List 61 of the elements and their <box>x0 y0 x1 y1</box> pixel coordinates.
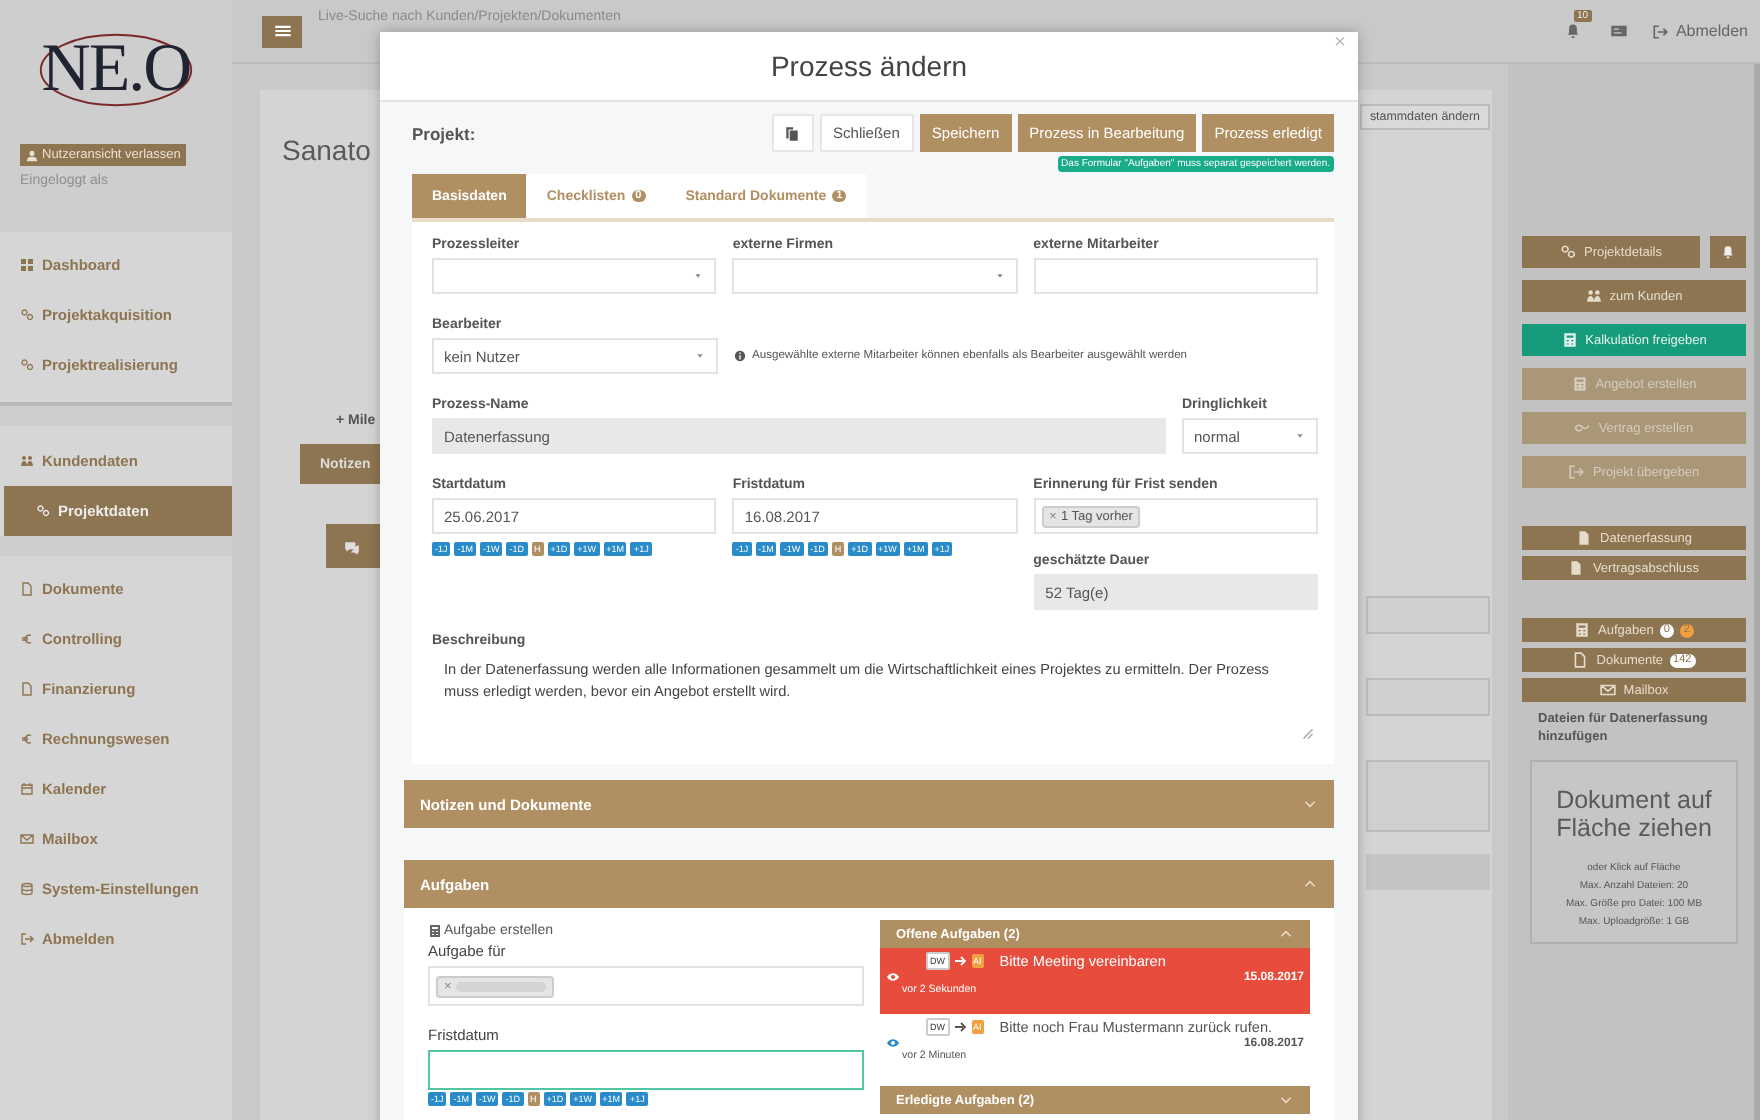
dropzone-title: Dokument auf Fläche ziehen <box>1554 785 1714 844</box>
modal-title: Prozess ändern <box>770 50 968 82</box>
chevron-down-icon <box>1278 1092 1294 1108</box>
chevron-up-icon <box>1278 926 1294 942</box>
envelope-icon <box>1599 682 1616 698</box>
logout-icon <box>20 932 34 946</box>
chevron-up-icon <box>1302 876 1318 892</box>
bell-button[interactable] <box>1710 236 1746 268</box>
arrow-icon <box>953 1020 967 1034</box>
eye-icon[interactable] <box>886 1036 900 1050</box>
caret-icon <box>694 350 706 362</box>
gears-icon <box>1559 244 1576 260</box>
document-icon <box>20 582 34 596</box>
euro-icon <box>20 632 34 646</box>
info-icon <box>734 350 746 362</box>
users-icon <box>20 454 34 468</box>
copy-button[interactable] <box>771 114 814 152</box>
calculator-icon <box>1574 622 1591 638</box>
close-button[interactable]: × <box>1334 32 1346 54</box>
logo: NE.O <box>37 30 195 111</box>
calculator-icon <box>1561 332 1578 348</box>
calculator-icon <box>1571 376 1588 392</box>
select-field[interactable] <box>432 258 717 294</box>
menu-button[interactable] <box>262 15 302 47</box>
gears-icon <box>36 504 50 518</box>
input-field[interactable] <box>1033 258 1318 294</box>
logout-icon <box>1651 23 1668 39</box>
date-field[interactable] <box>428 1050 864 1090</box>
calendar-icon <box>20 782 34 796</box>
resize-grip-icon <box>1302 728 1314 740</box>
project-label: Projekt: <box>412 123 476 143</box>
caret-icon <box>692 270 705 282</box>
logout-icon <box>1568 464 1585 480</box>
input-field[interactable] <box>1366 678 1490 716</box>
arrow-icon <box>953 954 967 968</box>
document-icon <box>1572 652 1589 668</box>
envelope-icon <box>20 832 34 846</box>
bell-icon[interactable] <box>1563 22 1582 40</box>
users-icon <box>1585 288 1602 304</box>
menu-icon <box>273 22 291 40</box>
user-icon <box>26 149 38 161</box>
calculator-icon <box>428 924 442 938</box>
gears-icon <box>20 308 34 322</box>
handshake-icon <box>1574 420 1591 436</box>
gears-icon <box>20 358 34 372</box>
eye-icon[interactable] <box>886 970 900 984</box>
select-field[interactable] <box>1366 596 1490 634</box>
page-title: Sanato <box>282 134 371 166</box>
select-field[interactable] <box>732 258 1018 294</box>
copy-icon <box>784 125 801 141</box>
chevron-down-icon <box>1302 796 1318 812</box>
document-icon <box>20 682 34 696</box>
bell-icon <box>1720 244 1736 260</box>
euro-icon <box>20 732 34 746</box>
database-icon <box>20 882 34 896</box>
logout-link[interactable]: Abmelden <box>1651 22 1748 40</box>
card-icon[interactable] <box>1609 22 1628 40</box>
caret-icon <box>1294 430 1306 442</box>
dashboard-icon <box>20 258 34 272</box>
comments-icon <box>344 539 360 555</box>
caret-icon <box>993 270 1006 282</box>
